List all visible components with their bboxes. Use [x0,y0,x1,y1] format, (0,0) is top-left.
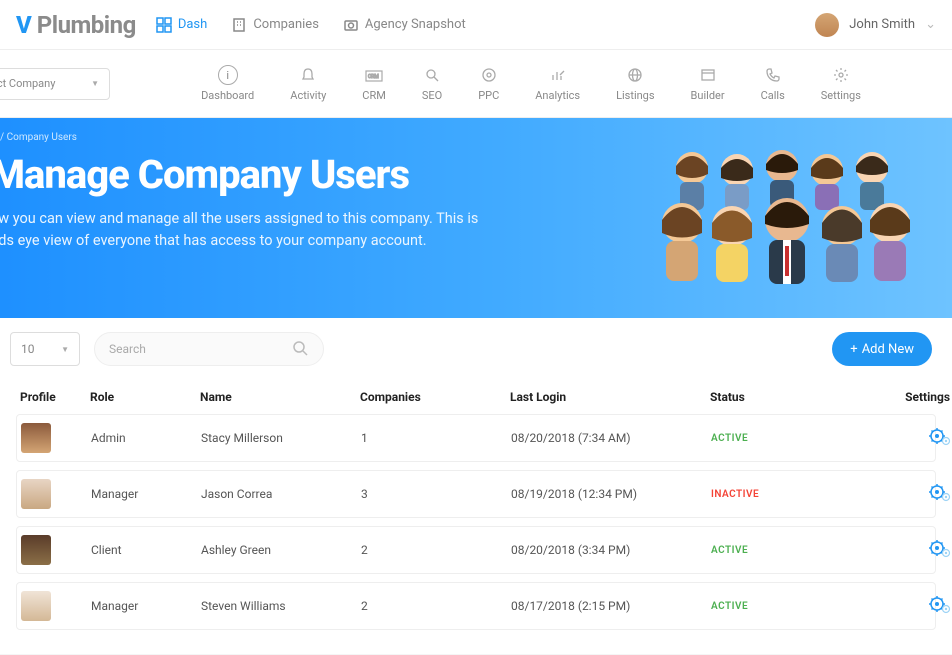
avatar [815,13,839,37]
plus-icon: + [850,342,857,357]
subnav-calls[interactable]: Calls [761,65,785,102]
cell-lastlogin: 08/19/2018 (12:34 PM) [511,487,701,501]
th-settings: Settings [850,390,950,404]
brand-logo: V Plumbing [16,11,136,39]
topnav-agency[interactable]: Agency Snapshot [343,17,466,33]
topnav-companies[interactable]: Companies [231,17,319,33]
page-subtitle: ow you can view and manage all the users… [0,208,550,252]
cell-name: Stacy Millerson [201,431,351,445]
status-badge: ACTIVE [711,601,841,612]
cell-companies: 2 [361,543,501,557]
phone-icon [763,65,783,85]
cell-role: Manager [91,599,191,613]
caret-down-icon: ▼ [91,79,99,88]
bell-icon [298,65,318,85]
seo-icon [422,65,442,85]
pagesize-select[interactable]: 10 ▼ [10,332,80,366]
cell-name: Ashley Green [201,543,351,557]
table-row[interactable]: Admin Stacy Millerson 1 08/20/2018 (7:34 AM… [16,414,936,462]
people-illustration [652,138,912,298]
th-lastlogin: Last Login [510,390,700,404]
table-row[interactable]: Client Ashley Green 2 08/20/2018 (3:34 PM) A… [16,526,936,574]
chart-icon [548,65,568,85]
th-name: Name [200,390,350,404]
subnav-crm[interactable]: CRMCRM [362,65,386,102]
cell-lastlogin: 08/20/2018 (7:34 AM) [511,431,701,445]
dashboard-icon [156,17,172,33]
row-settings-button[interactable] [851,596,951,617]
status-badge: INACTIVE [711,489,841,500]
company-select[interactable]: ect Company ▼ [0,68,110,100]
add-new-button[interactable]: + Add New [832,332,932,366]
subnav-seo[interactable]: SEO [422,65,442,102]
cell-companies: 1 [361,431,501,445]
subnav-analytics[interactable]: Analytics [535,65,580,102]
table-row[interactable]: Manager Jason Correa 3 08/19/2018 (12:34 PM… [16,470,936,518]
cell-name: Steven Williams [201,599,351,613]
cell-role: Client [91,543,191,557]
caret-down-icon: ▼ [61,345,69,354]
crm-icon: CRM [364,65,384,85]
cell-role: Manager [91,487,191,501]
search-input[interactable]: Search [94,332,324,366]
th-profile: Profile [20,390,80,404]
avatar [21,591,51,621]
avatar [21,479,51,509]
camera-icon [343,17,359,33]
search-icon [291,339,309,360]
svg-text:CRM: CRM [368,74,379,80]
topnav-dash[interactable]: Dash [156,17,207,33]
chevron-down-icon: ⌄ [925,17,936,32]
status-badge: ACTIVE [711,433,841,444]
subnav-listings[interactable]: Listings [616,65,654,102]
cell-companies: 3 [361,487,501,501]
subnav-dashboard[interactable]: iDashboard [201,65,254,102]
th-status: Status [710,390,840,404]
user-menu[interactable]: John Smith ⌄ [815,13,936,37]
cell-role: Admin [91,431,191,445]
subnav-builder[interactable]: Builder [691,65,725,102]
builder-icon [698,65,718,85]
building-icon [231,17,247,33]
row-settings-button[interactable] [851,540,951,561]
th-role: Role [90,390,190,404]
avatar [21,535,51,565]
th-companies: Companies [360,390,500,404]
row-settings-button[interactable] [851,428,951,449]
gear-icon [831,65,851,85]
table-row[interactable]: Manager Steven Williams 2 08/17/2018 (2:15 … [16,582,936,630]
cell-companies: 2 [361,599,501,613]
subnav-settings[interactable]: Settings [821,65,861,102]
info-icon: i [218,65,238,85]
subnav-activity[interactable]: Activity [290,65,326,102]
cell-lastlogin: 08/17/2018 (2:15 PM) [511,599,701,613]
target-icon [479,65,499,85]
globe-icon [625,65,645,85]
subnav-ppc[interactable]: PPC [478,65,499,102]
avatar [21,423,51,453]
row-settings-button[interactable] [851,484,951,505]
status-badge: ACTIVE [711,545,841,556]
cell-lastlogin: 08/20/2018 (3:34 PM) [511,543,701,557]
cell-name: Jason Correa [201,487,351,501]
